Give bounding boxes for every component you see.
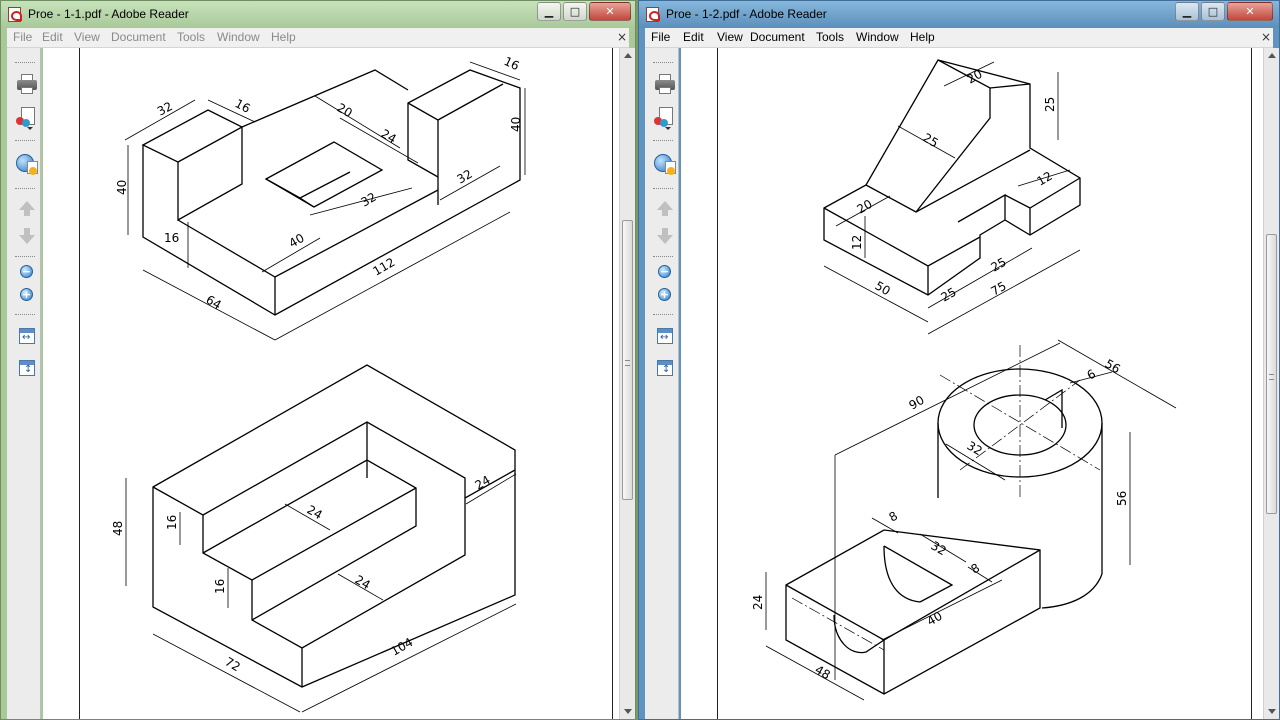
left-scroll-thumb[interactable]	[622, 220, 633, 500]
toolbar-grip	[653, 188, 673, 189]
left-menu-window[interactable]: Window	[217, 30, 260, 44]
right-menu-tools[interactable]: Tools	[816, 30, 844, 44]
left-menu-edit[interactable]: Edit	[42, 30, 63, 44]
left-menu-view[interactable]: View	[74, 30, 100, 44]
right-minimize-button[interactable]: ▁	[1175, 2, 1199, 21]
right-menu-window[interactable]: Window	[856, 30, 899, 44]
right-menu-edit[interactable]: Edit	[683, 30, 704, 44]
fit-width-icon[interactable]	[15, 324, 39, 348]
toolbar-grip	[15, 188, 35, 189]
zoom-in-icon[interactable]: +	[15, 283, 39, 307]
zoom-in-icon[interactable]: +	[653, 283, 677, 307]
left-reader-window: Proe - 1-1.pdf - Adobe Reader ▁ □ ✕ File…	[0, 0, 636, 720]
right-document-close-button[interactable]: ×	[1261, 30, 1271, 44]
scroll-up-arrow-icon[interactable]	[624, 53, 632, 58]
page-edge-line	[1251, 48, 1252, 719]
toolbar-grip	[15, 314, 35, 315]
fit-page-icon[interactable]	[15, 356, 39, 380]
fit-page-icon[interactable]	[653, 356, 677, 380]
left-maximize-button[interactable]: □	[563, 2, 587, 21]
left-vertical-scrollbar[interactable]	[619, 48, 635, 719]
right-maximize-button[interactable]: □	[1201, 2, 1225, 21]
right-close-button[interactable]: ✕	[1227, 2, 1273, 21]
left-menu-help[interactable]: Help	[271, 30, 296, 44]
printer-icon[interactable]	[15, 72, 39, 96]
previous-page-icon[interactable]	[15, 197, 39, 221]
right-menu-file[interactable]: File	[651, 30, 670, 44]
right-menu-bar: File Edit View Document Tools Window Hel…	[645, 28, 1273, 48]
toolbar-grip	[653, 314, 673, 315]
left-minimize-button[interactable]: ▁	[537, 2, 561, 21]
toolbar-grip	[15, 256, 35, 257]
scroll-up-arrow-icon[interactable]	[1268, 53, 1276, 58]
next-page-icon[interactable]	[15, 224, 39, 248]
globe-document-icon[interactable]	[15, 152, 39, 176]
page-edge-line	[717, 48, 718, 719]
left-menu-bar: File Edit View Document Tools Window Hel…	[7, 28, 629, 48]
toolbar-grip	[653, 140, 673, 141]
printer-icon[interactable]	[653, 72, 677, 96]
toolbar-grip	[653, 62, 673, 63]
page-edge-line	[612, 48, 613, 719]
document-colors-icon[interactable]	[15, 106, 39, 130]
right-menu-document[interactable]: Document	[750, 30, 805, 44]
zoom-out-icon[interactable]: −	[15, 260, 39, 284]
right-vertical-scrollbar[interactable]	[1263, 48, 1279, 719]
left-close-button[interactable]: ✕	[589, 2, 631, 21]
right-menu-help[interactable]: Help	[910, 30, 935, 44]
right-document-page[interactable]	[681, 48, 1263, 719]
zoom-out-icon[interactable]: −	[653, 260, 677, 284]
globe-document-icon[interactable]	[653, 152, 677, 176]
left-document-page[interactable]	[43, 48, 619, 719]
right-reader-window: Proe - 1-2.pdf - Adobe Reader ▁ □ ✕ File…	[638, 0, 1280, 720]
previous-page-icon[interactable]	[653, 197, 677, 221]
next-page-icon[interactable]	[653, 224, 677, 248]
left-menu-file[interactable]: File	[13, 30, 32, 44]
right-title-bar[interactable]: Proe - 1-2.pdf - Adobe Reader ▁ □ ✕	[639, 1, 1279, 28]
right-window-title: Proe - 1-2.pdf - Adobe Reader	[666, 7, 827, 21]
scroll-down-arrow-icon[interactable]	[624, 709, 632, 714]
right-menu-view[interactable]: View	[717, 30, 743, 44]
left-side-toolbar: − +	[7, 48, 41, 719]
left-window-title: Proe - 1-1.pdf - Adobe Reader	[28, 7, 189, 21]
right-side-toolbar: − +	[645, 48, 679, 719]
adobe-reader-icon	[8, 7, 22, 22]
left-menu-document[interactable]: Document	[111, 30, 166, 44]
document-colors-icon[interactable]	[653, 106, 677, 130]
page-edge-line	[79, 48, 80, 719]
toolbar-grip	[15, 62, 35, 63]
adobe-reader-icon	[646, 7, 660, 22]
scroll-down-arrow-icon[interactable]	[1268, 709, 1276, 714]
left-title-bar[interactable]: Proe - 1-1.pdf - Adobe Reader ▁ □ ✕	[1, 1, 635, 28]
left-menu-tools[interactable]: Tools	[177, 30, 205, 44]
toolbar-grip	[15, 140, 35, 141]
toolbar-grip	[653, 256, 673, 257]
left-document-close-button[interactable]: ×	[617, 30, 627, 44]
right-scroll-thumb[interactable]	[1266, 234, 1277, 514]
fit-width-icon[interactable]	[653, 324, 677, 348]
